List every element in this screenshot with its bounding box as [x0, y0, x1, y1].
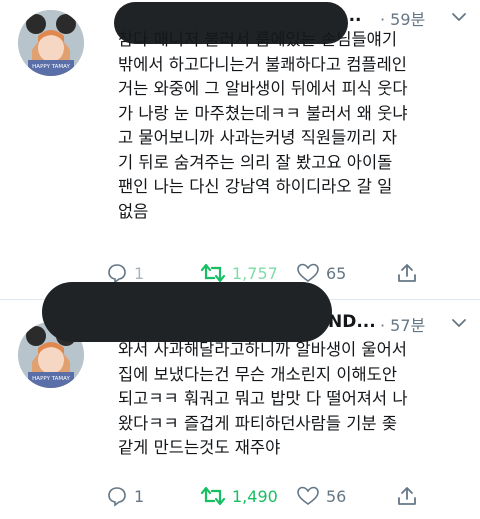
tweet-text: 와서 사과해달라고하니까 알바생이 울어서 집에 보냈다는건 무슨 개소린지 이…: [118, 340, 408, 457]
chevron-down-icon[interactable]: [450, 8, 468, 26]
retweet-icon: [200, 263, 226, 283]
share-icon: [398, 264, 416, 282]
reply-icon: [108, 264, 126, 284]
timestamp[interactable]: · 57분: [380, 312, 425, 336]
share-button[interactable]: [396, 262, 424, 284]
tweet-text: 참다 매니저 불러서 룸에있는 손님들얘기 밖에서 하고다니는거 불쾌하다고 컴…: [118, 30, 408, 221]
tweet-1[interactable]: HAPPY TAMAY L D... · 59분 참다 매니저 불러서 룸에있는…: [0, 0, 480, 300]
reply-icon: [108, 487, 126, 507]
reply-button[interactable]: 1: [106, 485, 144, 507]
reply-count: 1: [134, 263, 145, 283]
like-icon: [297, 486, 319, 505]
like-icon: [297, 263, 319, 282]
like-button[interactable]: 65: [296, 262, 346, 284]
chevron-down-icon[interactable]: [450, 314, 468, 332]
reply-button[interactable]: 1: [106, 262, 144, 284]
redaction-overlay: [42, 282, 332, 342]
retweet-count: 1,490: [232, 486, 278, 506]
tweet-actions: 1 1,490 56: [106, 485, 460, 513]
avatar-caption: HAPPY TAMAY: [32, 64, 70, 70]
like-count: 56: [326, 486, 347, 506]
avatar[interactable]: HAPPY TAMAY: [18, 10, 84, 76]
timestamp[interactable]: · 59분: [380, 6, 425, 30]
retweet-button[interactable]: 1,490: [200, 485, 278, 507]
retweet-count: 1,757: [232, 263, 278, 283]
retweet-icon: [200, 486, 226, 506]
tweet-2[interactable]: HAPPY TAMAY ND... · 57분 와서 사과해달라고하니까 알바생…: [0, 282, 480, 519]
reply-count: 1: [134, 486, 145, 506]
share-button[interactable]: [396, 485, 424, 507]
avatar-image: HAPPY TAMAY: [18, 10, 84, 76]
retweet-button[interactable]: 1,757: [200, 262, 278, 284]
handle[interactable]: ND...: [328, 312, 376, 332]
like-button[interactable]: 56: [296, 485, 346, 507]
like-count: 65: [326, 263, 347, 283]
share-icon: [398, 487, 416, 505]
avatar-caption: HAPPY TAMAY: [32, 376, 70, 382]
